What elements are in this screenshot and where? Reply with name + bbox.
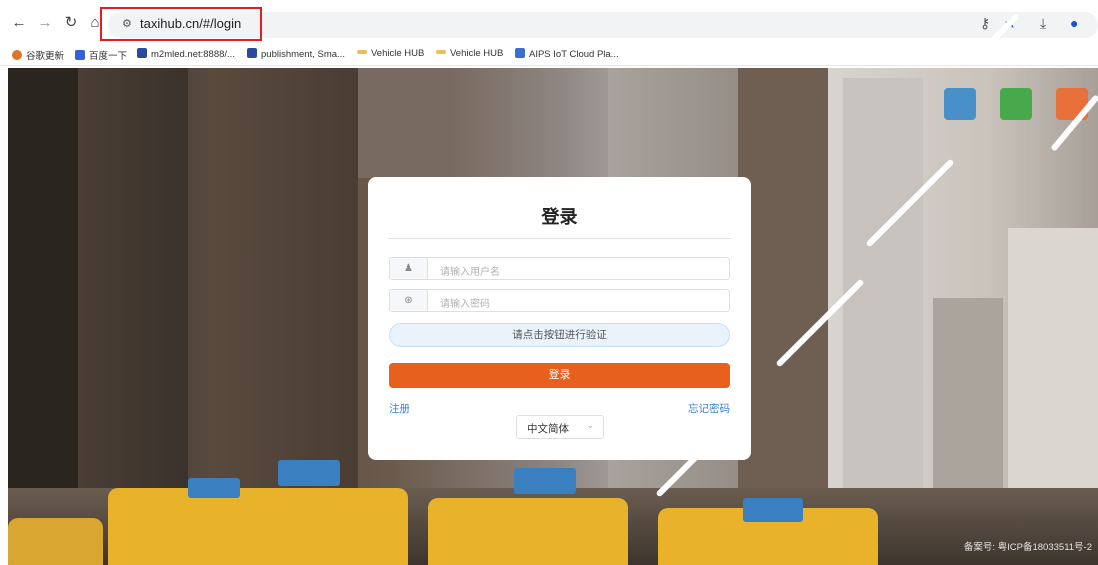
taxi	[108, 488, 408, 565]
captcha-verify-button[interactable]: 请点击按钮进行验证	[389, 323, 730, 347]
title-divider	[388, 238, 731, 239]
reload-icon[interactable]: ↻	[62, 14, 80, 32]
username-field[interactable]: ♟ 请输入用户名	[389, 257, 730, 280]
login-title: 登录	[541, 207, 578, 227]
bookmark-item[interactable]: m2mled.net:8888/...	[137, 48, 235, 60]
language-value: 中文简体	[527, 423, 569, 435]
site-favicon	[137, 48, 147, 58]
bookmark-item[interactable]: Vehicle HUB	[357, 48, 424, 59]
profile-icon[interactable]: ●	[1070, 15, 1078, 31]
cloud-platform-icon	[515, 48, 525, 58]
vehicle-hub-icon	[436, 50, 446, 54]
key-icon[interactable]: ⚷	[980, 15, 990, 31]
baidu-icon	[75, 50, 85, 60]
bookmark-item[interactable]: publishment, Sma...	[247, 48, 345, 60]
username-placeholder: 请输入用户名	[440, 267, 500, 278]
user-icon: ♟	[390, 258, 428, 279]
download-icon[interactable]: ⤓	[1040, 15, 1046, 31]
bookmark-item[interactable]: 谷歌更新	[12, 48, 64, 62]
login-card: 登录 ♟ 请输入用户名 ⊛ 请输入密码 请点击按钮进行验证 登录 注册 忘记密码…	[368, 177, 751, 460]
register-link[interactable]: 注册	[389, 401, 410, 416]
app-icon-blue[interactable]	[944, 88, 976, 120]
site-favicon	[247, 48, 257, 58]
forward-arrow-icon[interactable]: →	[36, 14, 54, 32]
bookmark-item[interactable]: Vehicle HUB	[436, 48, 503, 59]
icp-footer: 备案号: 粤ICP备18033511号-2	[963, 542, 1092, 553]
app-icon-green[interactable]	[1000, 88, 1032, 120]
back-arrow-icon[interactable]: ←	[10, 14, 28, 32]
taxi	[428, 498, 628, 565]
password-placeholder: 请输入密码	[440, 299, 490, 310]
forgot-password-link[interactable]: 忘记密码	[688, 401, 730, 416]
language-select[interactable]: 中文简体 ⌄	[516, 415, 604, 439]
password-field[interactable]: ⊛ 请输入密码	[389, 289, 730, 312]
bookmark-item[interactable]: AIPS IoT Cloud Pla...	[515, 48, 619, 60]
url-highlight-box	[100, 7, 262, 41]
bookmark-item[interactable]: 百度一下	[75, 48, 127, 62]
chrome-icon	[12, 50, 22, 60]
browser-toolbar: ← → ↻ ⌂ ⚙ taxihub.cn/#/login ⚷ ★ ⤓ ●	[0, 0, 1098, 44]
bookmarks-bar: 谷歌更新 百度一下 m2mled.net:8888/... publishmen…	[0, 44, 1098, 66]
chevron-down-icon: ⌄	[586, 420, 594, 430]
lock-icon: ⊛	[390, 290, 428, 311]
login-submit-button[interactable]: 登录	[389, 363, 730, 388]
vehicle-hub-icon	[357, 50, 367, 54]
